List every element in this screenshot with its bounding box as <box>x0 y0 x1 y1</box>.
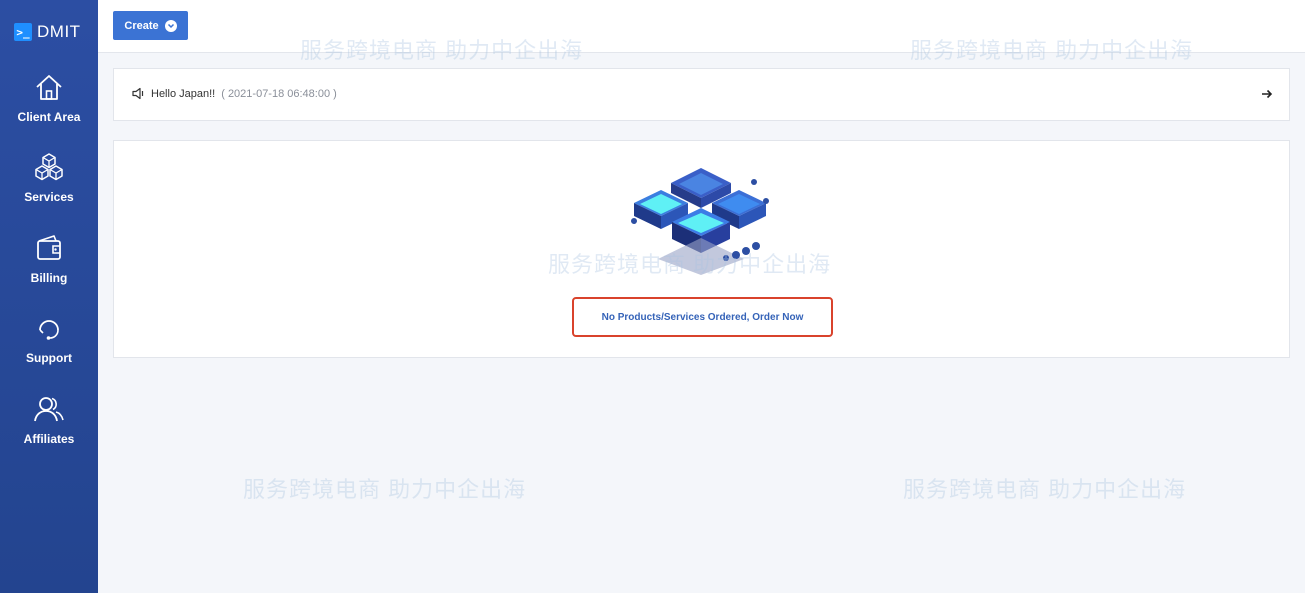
sidebar-item-services[interactable]: Services <box>0 152 98 204</box>
sidebar-item-support[interactable]: Support <box>0 313 98 365</box>
create-button[interactable]: Create <box>113 11 188 40</box>
sidebar-item-label: Affiliates <box>23 432 75 446</box>
sidebar-item-label: Client Area <box>17 110 81 124</box>
sidebar: >_ DMIT Client Area Services Billing Sup… <box>0 0 98 593</box>
sidebar-item-label: Services <box>24 190 74 204</box>
home-icon <box>36 75 62 100</box>
logo-mark: >_ <box>14 23 32 41</box>
cubes-icon <box>35 153 63 181</box>
services-panel: No Products/Services Ordered, Order Now <box>113 140 1290 358</box>
sidebar-item-client-area[interactable]: Client Area <box>0 72 98 124</box>
order-now-link[interactable]: No Products/Services Ordered, Order Now <box>572 297 833 337</box>
sidebar-item-billing[interactable]: Billing <box>0 233 98 285</box>
announcement-date: ( 2021-07-18 06:48:00 ) <box>221 87 337 100</box>
chevron-down-icon <box>164 19 177 32</box>
users-icon <box>34 397 64 422</box>
headset-icon <box>39 320 59 340</box>
logo[interactable]: >_ DMIT <box>14 22 81 42</box>
top-bar: Create <box>98 0 1305 53</box>
arrow-right-icon[interactable] <box>1261 88 1273 100</box>
create-button-label: Create <box>124 19 159 32</box>
watermark-text: 服务跨境电商 助力中企出海 <box>243 477 527 502</box>
logo-text: DMIT <box>37 22 81 41</box>
speaker-icon <box>132 87 144 100</box>
sidebar-item-affiliates[interactable]: Affiliates <box>0 394 98 446</box>
announcement-text: Hello Japan!! <box>151 87 216 100</box>
watermark-text: 服务跨境电商 助力中企出海 <box>903 477 1187 502</box>
servers-illustration <box>631 168 769 275</box>
announcement-bar[interactable]: Hello Japan!! ( 2021-07-18 06:48:00 ) <box>113 68 1290 121</box>
wallet-icon <box>37 235 61 260</box>
sidebar-item-label: Support <box>26 351 72 365</box>
announcement-content: Hello Japan!! ( 2021-07-18 06:48:00 ) <box>132 87 337 100</box>
sidebar-item-label: Billing <box>30 271 68 285</box>
